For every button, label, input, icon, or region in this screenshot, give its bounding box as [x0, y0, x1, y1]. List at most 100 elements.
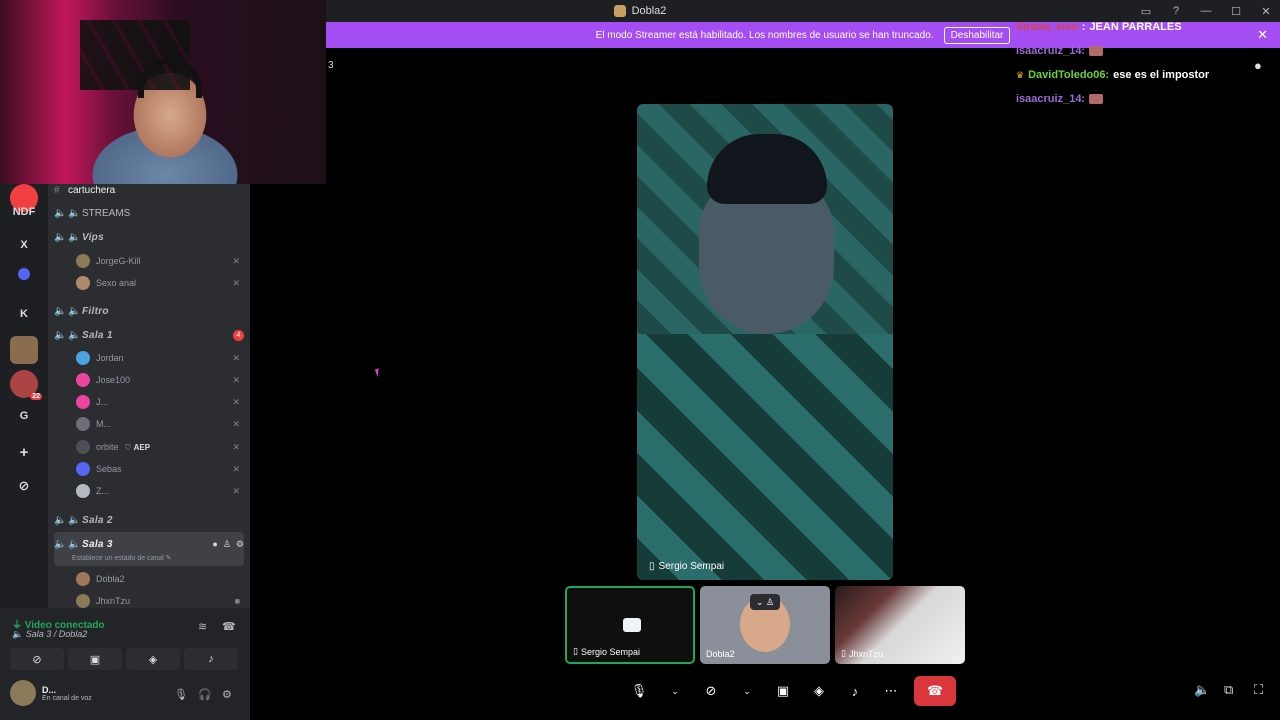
microphone-icon[interactable]: 🎙 — [174, 688, 188, 701]
screen-share-icon[interactable]: ▣ — [770, 676, 796, 706]
member-name: Z... — [96, 486, 109, 496]
avatar — [10, 680, 36, 706]
thumb-dobla2[interactable]: ⌄ ♙ Dobla2 — [700, 586, 830, 664]
disconnect-icon[interactable]: ☎ — [222, 620, 236, 633]
voice-channel-sala2[interactable]: 🔈 🔈 Sala 2 — [54, 510, 244, 530]
volume-icon[interactable]: 🔈 — [1194, 682, 1210, 698]
channel-name: STREAMS — [82, 207, 131, 219]
fullscreen-icon[interactable]: ⛶ — [1254, 682, 1263, 698]
voice-channel-streams[interactable]: 🔈 🔈 STREAMS — [54, 203, 244, 223]
thumb-label: ▯ JhxnTzu — [841, 648, 883, 659]
emote-icon — [1089, 94, 1104, 104]
thumb-sergio[interactable]: ▯ Sergio Sempai — [565, 586, 695, 664]
sala3-row: 🔈 🔈 Sala 3 ● ♙ ⚙ — [54, 534, 244, 554]
camera-off-icon[interactable]: ⊘ — [698, 676, 724, 706]
tag-text: AEP — [133, 442, 151, 452]
camera-options-icon[interactable]: ⌄ — [734, 676, 760, 706]
muted-icon: ✕ — [232, 277, 240, 288]
soundboard-button[interactable]: ♪ — [184, 648, 238, 670]
mic-options-icon[interactable]: ⌄ — [662, 676, 688, 706]
server-g[interactable]: G — [10, 402, 38, 430]
voice-channel-vips[interactable]: 🔈 🔈 Vips — [54, 227, 244, 247]
stream-chat-overlay: Sirana_xixo : JEAN PARRALES isaacruiz_14… — [1016, 15, 1266, 111]
server-ndf[interactable]: NDF — [10, 198, 38, 226]
member-item[interactable]: Dobla2 — [76, 569, 240, 589]
phone-icon: ▯ — [649, 561, 655, 572]
thumb-label: ▯ Sergio Sempai — [573, 646, 640, 657]
main-video-tile[interactable]: ▯ Sergio Sempai — [637, 104, 893, 580]
camera-toggle-button[interactable]: ⊘ — [10, 648, 64, 670]
member-item[interactable]: Sebas ✕ — [76, 459, 240, 479]
voice-channel-filtro[interactable]: 🔈 🔈 Filtro — [54, 301, 244, 321]
member-name: Jordan — [96, 353, 124, 363]
video-label: ▯ Sergio Sempai — [649, 561, 724, 572]
headphones-icon[interactable]: 🎧 — [198, 688, 212, 701]
phone-icon: ▯ — [573, 646, 578, 656]
member-item[interactable]: Z... ✕ — [76, 481, 240, 501]
settings-icon[interactable]: ⚙ — [236, 539, 244, 550]
chat-message: ♛ DavidToledo06: ese es el impostor — [1016, 63, 1266, 87]
server-avatar-2[interactable]: 22 — [10, 370, 42, 400]
channel-status[interactable]: Establece un estado de canal ✎ — [72, 554, 172, 562]
member-name: Sexo anal — [96, 278, 137, 288]
text-channel-cartuchera[interactable]: # cartuchera — [54, 184, 244, 200]
banner-text: El modo Streamer está habilitado. Los no… — [595, 29, 934, 41]
folder-icon[interactable] — [18, 268, 30, 280]
chat-icon[interactable]: ● — [212, 539, 217, 550]
user-name: D... — [42, 684, 57, 695]
server-x[interactable]: X — [10, 231, 38, 259]
avatar — [76, 594, 90, 608]
window-title-text: Dobla2 — [631, 5, 667, 17]
chat-bubble-icon[interactable]: ● — [1254, 58, 1262, 73]
member-item[interactable]: M... ✕ — [76, 414, 240, 434]
avatar — [76, 373, 90, 387]
connection-location[interactable]: 🔈 Sala 3 / Dobla2 — [12, 629, 87, 640]
chat-message: Sirana_xixo : JEAN PARRALES — [1016, 21, 1182, 33]
member-item[interactable]: orbite ♡ AEP ✕ — [76, 437, 240, 457]
server-k[interactable]: K — [10, 300, 38, 328]
popout-icon[interactable]: ⧉ — [1224, 682, 1233, 698]
voice-channel-sala3[interactable]: 🔈 🔈 Sala 3 ● ♙ ⚙ Establece un estado de … — [54, 532, 244, 566]
soundboard-icon[interactable]: ♪ — [842, 676, 868, 706]
channel-name: cartuchera — [68, 184, 116, 196]
server-avatar[interactable] — [10, 336, 38, 364]
discover-icon[interactable]: ⊘ — [10, 472, 38, 500]
avatar — [76, 254, 90, 268]
streamer-webcam — [0, 0, 326, 184]
speaker-icon: 🔈 — [54, 305, 67, 317]
member-name: JhxnTzu — [96, 596, 131, 606]
mouse-cursor — [374, 366, 386, 378]
screen-share-button[interactable]: ▣ — [68, 648, 122, 670]
member-item[interactable]: Jose100 ✕ — [76, 370, 240, 390]
member-item[interactable]: Sexo anal ✕ — [76, 273, 240, 293]
speaker-icon: 🔈 — [54, 231, 67, 243]
voice-channel-sala1[interactable]: 🔈 🔈 Sala 1 4 — [54, 325, 244, 345]
hangup-button[interactable]: ☎ — [914, 676, 956, 706]
tile-actions[interactable]: ⌄ ♙ — [750, 594, 780, 610]
chat-user: isaacruiz_14: — [1016, 93, 1086, 105]
disable-streamer-button[interactable]: Deshabilitar — [943, 26, 1011, 44]
more-icon[interactable]: ⋯ — [878, 676, 904, 706]
page-number: 3 — [328, 60, 334, 71]
chat-text: JEAN PARRALES — [1089, 21, 1182, 33]
member-item[interactable]: JorgeG-Kill ✕ — [76, 251, 240, 271]
activity-icon[interactable]: ◈ — [806, 676, 832, 706]
microphone-icon[interactable]: 🎙 — [626, 676, 652, 706]
member-item[interactable]: J... ✕ — [76, 392, 240, 412]
phone-icon: ▯ — [841, 648, 846, 658]
member-item[interactable]: JhxnTzu ■ — [76, 591, 240, 608]
channel-name: Sala 2 — [82, 514, 113, 526]
add-server-icon[interactable]: + — [10, 438, 38, 466]
crown-icon: ♛ — [1016, 69, 1025, 80]
user-settings-icon[interactable]: ⚙ — [222, 688, 232, 701]
thumb-jhxntzu[interactable]: ▯ JhxnTzu — [835, 586, 965, 664]
video-user-name: Sergio Sempai — [658, 561, 725, 572]
noise-icon[interactable]: ≋ — [198, 620, 207, 633]
speaker-icon-2: 🔈 — [68, 514, 81, 526]
avatar — [76, 440, 90, 454]
user-panel[interactable]: D... En canal de voz — [10, 680, 92, 706]
member-item[interactable]: Jordan ✕ — [76, 348, 240, 368]
activity-button[interactable]: ◈ — [126, 648, 180, 670]
invite-icon[interactable]: ♙ — [223, 539, 231, 550]
server-rail: NDF X K 22 G + ⊘ — [0, 184, 48, 608]
